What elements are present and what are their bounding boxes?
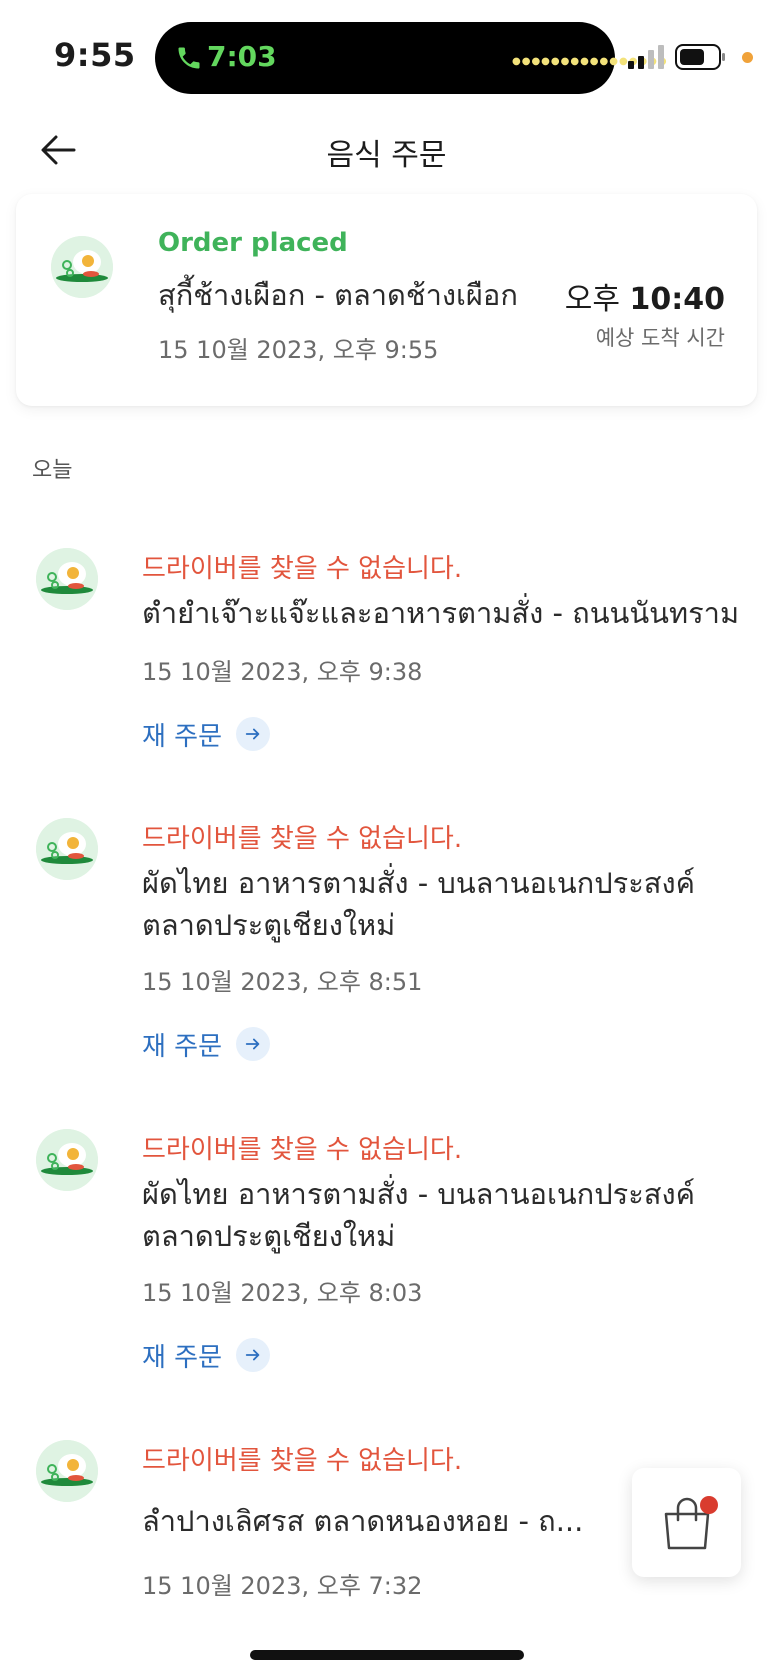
order-date: 15 10월 2023, 오후 8:03 [142, 1279, 423, 1307]
store-name: สุกี้ช้างเผือก - ตลาดช้างเผือก [158, 278, 518, 312]
fried-egg-plate-icon [51, 236, 113, 298]
reorder-label: 재 주문 [142, 721, 223, 752]
reorder-button[interactable]: 재 주문 [142, 1337, 271, 1373]
reorder-label: 재 주문 [142, 1342, 223, 1373]
section-label-today: 오늘 [32, 458, 73, 483]
call-duration: 7:03 [207, 40, 277, 73]
privacy-indicator-dot [742, 52, 753, 63]
order-status: Order placed [158, 228, 348, 258]
cart-badge [700, 1496, 718, 1514]
status-clock: 9:55 [54, 36, 136, 74]
cart-button[interactable] [632, 1468, 741, 1577]
order-date: 15 10월 2023, 오후 9:38 [142, 658, 423, 686]
reorder-label: 재 주문 [142, 1031, 223, 1062]
fried-egg-plate-icon [36, 1129, 98, 1191]
dynamic-island[interactable]: 7:03 ●●●●●●●●●●●●●●●● [155, 22, 667, 94]
eta-prefix: 오후 [564, 282, 620, 317]
order-date: 15 10월 2023, 오후 8:51 [142, 968, 423, 996]
status-bar: 9:55 7:03 ●●●●●●●●●●●●●●●● [0, 0, 773, 110]
home-indicator[interactable] [250, 1650, 524, 1660]
store-name: ตำยำเจ๊าะแจ๊ะและอาหารตามสั่ง - ถนนนันทรา… [142, 596, 740, 630]
order-date: 15 10월 2023, 오후 9:55 [158, 336, 439, 364]
arrow-right-icon [236, 717, 271, 751]
arrow-right-icon [236, 1027, 271, 1061]
header: 음식 주문 [0, 110, 773, 194]
cellular-signal-icon [628, 45, 664, 69]
active-order-card[interactable]: Order placed สุกี้ช้างเผือก - ตลาดช้างเผ… [16, 194, 757, 406]
fried-egg-plate-icon [36, 818, 98, 880]
fried-egg-plate-icon [36, 548, 98, 610]
order-status: 드라이버를 찾을 수 없습니다. [142, 1135, 463, 1165]
order-status: 드라이버를 찾을 수 없습니다. [142, 554, 463, 584]
eta-clock: 10:40 [629, 282, 726, 317]
reorder-button[interactable]: 재 주문 [142, 716, 271, 752]
store-name: ผัดไทย อาหารตามสั่ง - บนลานอเนกประสงค์ ต… [142, 1177, 696, 1253]
order-status: 드라이버를 찾을 수 없습니다. [142, 824, 463, 854]
eta-label: 예상 도착 시간 [595, 326, 725, 350]
fried-egg-plate-icon [36, 1440, 98, 1502]
eta-time: 오후 10:40 [565, 274, 725, 318]
reorder-button[interactable]: 재 주문 [142, 1026, 271, 1062]
store-name: ลำปางเลิศรส ตลาดหนองหอย - ถ... [142, 1504, 584, 1538]
arrow-right-icon [236, 1338, 271, 1372]
battery-icon [675, 44, 725, 70]
order-status: 드라이버를 찾을 수 없습니다. [142, 1446, 463, 1476]
phone-icon [178, 47, 200, 69]
page-title: 음식 주문 [326, 138, 447, 173]
store-name: ผัดไทย อาหารตามสั่ง - บนลานอเนกประสงค์ ต… [142, 866, 696, 942]
order-date: 15 10월 2023, 오후 7:32 [142, 1572, 423, 1600]
